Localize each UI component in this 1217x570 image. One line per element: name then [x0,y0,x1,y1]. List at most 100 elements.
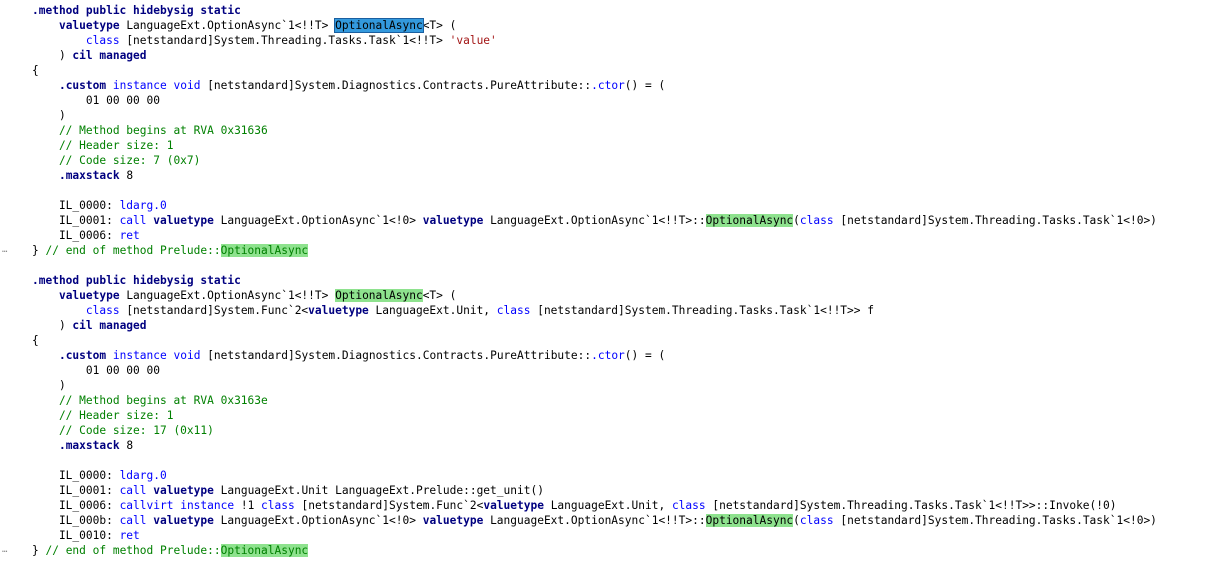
code-keyword: class [799,214,834,227]
code-line[interactable]: IL_0001: call valuetype LanguageExt.Opti… [0,213,1217,228]
line-gutter [0,483,22,498]
code-line[interactable]: // Method begins at RVA 0x3163e [0,393,1217,408]
code-token: LanguageExt.OptionAsync`1<!0> [213,214,423,227]
code-line[interactable]: ) cil managed [0,48,1217,63]
code-line[interactable]: IL_0006: callvirt instance !1 class [net… [0,498,1217,513]
fold-marker-icon: … [2,545,8,555]
code-line[interactable]: 01 00 00 00 [0,363,1217,378]
code-token: IL_0006: [32,499,120,512]
code-line[interactable]: IL_0000: ldarg.0 [0,468,1217,483]
line-gutter [0,78,22,93]
code-line-text: IL_0006: ret [32,228,140,243]
code-line-text: .maxstack 8 [32,438,133,453]
code-keyword: valuetype [422,214,484,227]
code-token: LanguageExt.Unit, [368,304,497,317]
code-line[interactable]: valuetype LanguageExt.OptionAsync`1<!!T>… [0,288,1217,303]
code-keyword: valuetype [422,514,484,527]
code-token: 01 00 00 00 [32,364,160,377]
code-token: 8 [119,439,134,452]
line-gutter [0,108,22,123]
code-keyword: cil managed [72,49,147,62]
code-line[interactable]: IL_000b: call valuetype LanguageExt.Opti… [0,513,1217,528]
code-comment: // end of method Prelude:: [45,244,221,257]
code-line-text: IL_000b: call valuetype LanguageExt.Opti… [32,513,1157,528]
code-line-text: { [32,333,39,348]
code-keyword: class [799,514,834,527]
code-line[interactable]: class [netstandard]System.Func`2<valuety… [0,303,1217,318]
il-code-view[interactable]: .method public hidebysig static valuetyp… [0,3,1217,558]
code-keyword: class [85,34,120,47]
code-line[interactable]: ) [0,108,1217,123]
code-line[interactable]: { [0,63,1217,78]
line-gutter [0,138,22,153]
code-token: IL_0006: [32,229,120,242]
code-keyword: .custom [58,79,107,92]
code-line[interactable]: // Code size: 7 (0x7) [0,153,1217,168]
code-line[interactable] [0,453,1217,468]
code-line[interactable]: .method public hidebysig static [0,3,1217,18]
code-token: IL_0001: [32,484,120,497]
code-line-text: IL_0010: ret [32,528,140,543]
line-gutter [0,363,22,378]
code-keyword: valuetype [308,304,369,317]
code-line[interactable]: IL_0006: ret [0,228,1217,243]
line-gutter [0,468,22,483]
code-string: 'value' [449,34,497,47]
code-line[interactable]: .custom instance void [netstandard]Syste… [0,348,1217,363]
code-line-text: // Header size: 1 [32,408,174,423]
code-line[interactable]: 01 00 00 00 [0,93,1217,108]
code-keyword: .method public hidebysig static [32,4,241,17]
code-line[interactable]: ) [0,378,1217,393]
code-line-text: IL_0000: ldarg.0 [32,468,167,483]
line-gutter [0,348,22,363]
code-line[interactable]: IL_0000: ldarg.0 [0,198,1217,213]
code-line-text: .method public hidebysig static [32,273,241,288]
code-line[interactable]: class [netstandard]System.Threading.Task… [0,33,1217,48]
code-line[interactable] [0,258,1217,273]
code-line[interactable]: .maxstack 8 [0,168,1217,183]
code-line-text: ) cil managed [32,48,147,63]
code-keyword: .maxstack [58,439,120,452]
code-line[interactable]: ) cil managed [0,318,1217,333]
code-keyword: .ctor [591,79,625,92]
code-token: } [32,544,46,557]
code-line[interactable]: // Header size: 1 [0,138,1217,153]
code-line[interactable]: …} // end of method Prelude::OptionalAsy… [0,243,1217,258]
line-gutter [0,318,22,333]
code-line[interactable]: // Header size: 1 [0,408,1217,423]
search-match-highlight: OptionalAsync [220,244,309,257]
code-line-text: // Header size: 1 [32,138,174,153]
line-gutter [0,153,22,168]
line-gutter [0,288,22,303]
code-line-text: IL_0000: ldarg.0 [32,198,167,213]
line-gutter [0,123,22,138]
code-line[interactable]: .maxstack 8 [0,438,1217,453]
code-comment: // Code size: 17 (0x11) [32,424,214,437]
code-line-text: IL_0001: call valuetype LanguageExt.Opti… [32,213,1157,228]
code-token: 8 [119,169,134,182]
code-line-text: ) [32,108,66,123]
line-gutter [0,393,22,408]
code-line[interactable]: // Method begins at RVA 0x31636 [0,123,1217,138]
code-line[interactable]: valuetype LanguageExt.OptionAsync`1<!!T>… [0,18,1217,33]
code-line[interactable]: …} // end of method Prelude::OptionalAsy… [0,543,1217,558]
code-line-text: } // end of method Prelude::OptionalAsyn… [32,243,309,258]
code-line[interactable]: // Code size: 17 (0x11) [0,423,1217,438]
code-token: () = ( [624,349,666,362]
code-token: IL_0000: [32,199,120,212]
code-line[interactable]: .method public hidebysig static [0,273,1217,288]
code-line[interactable] [0,183,1217,198]
code-line-text: .custom instance void [netstandard]Syste… [32,348,665,363]
code-line[interactable]: IL_0001: call valuetype LanguageExt.Unit… [0,483,1217,498]
code-line[interactable]: IL_0010: ret [0,528,1217,543]
code-line-text: // Method begins at RVA 0x31636 [32,123,268,138]
code-line[interactable]: { [0,333,1217,348]
line-gutter [0,408,22,423]
code-token: ) [32,49,73,62]
code-line[interactable]: .custom instance void [netstandard]Syste… [0,78,1217,93]
code-token: () = ( [624,79,666,92]
